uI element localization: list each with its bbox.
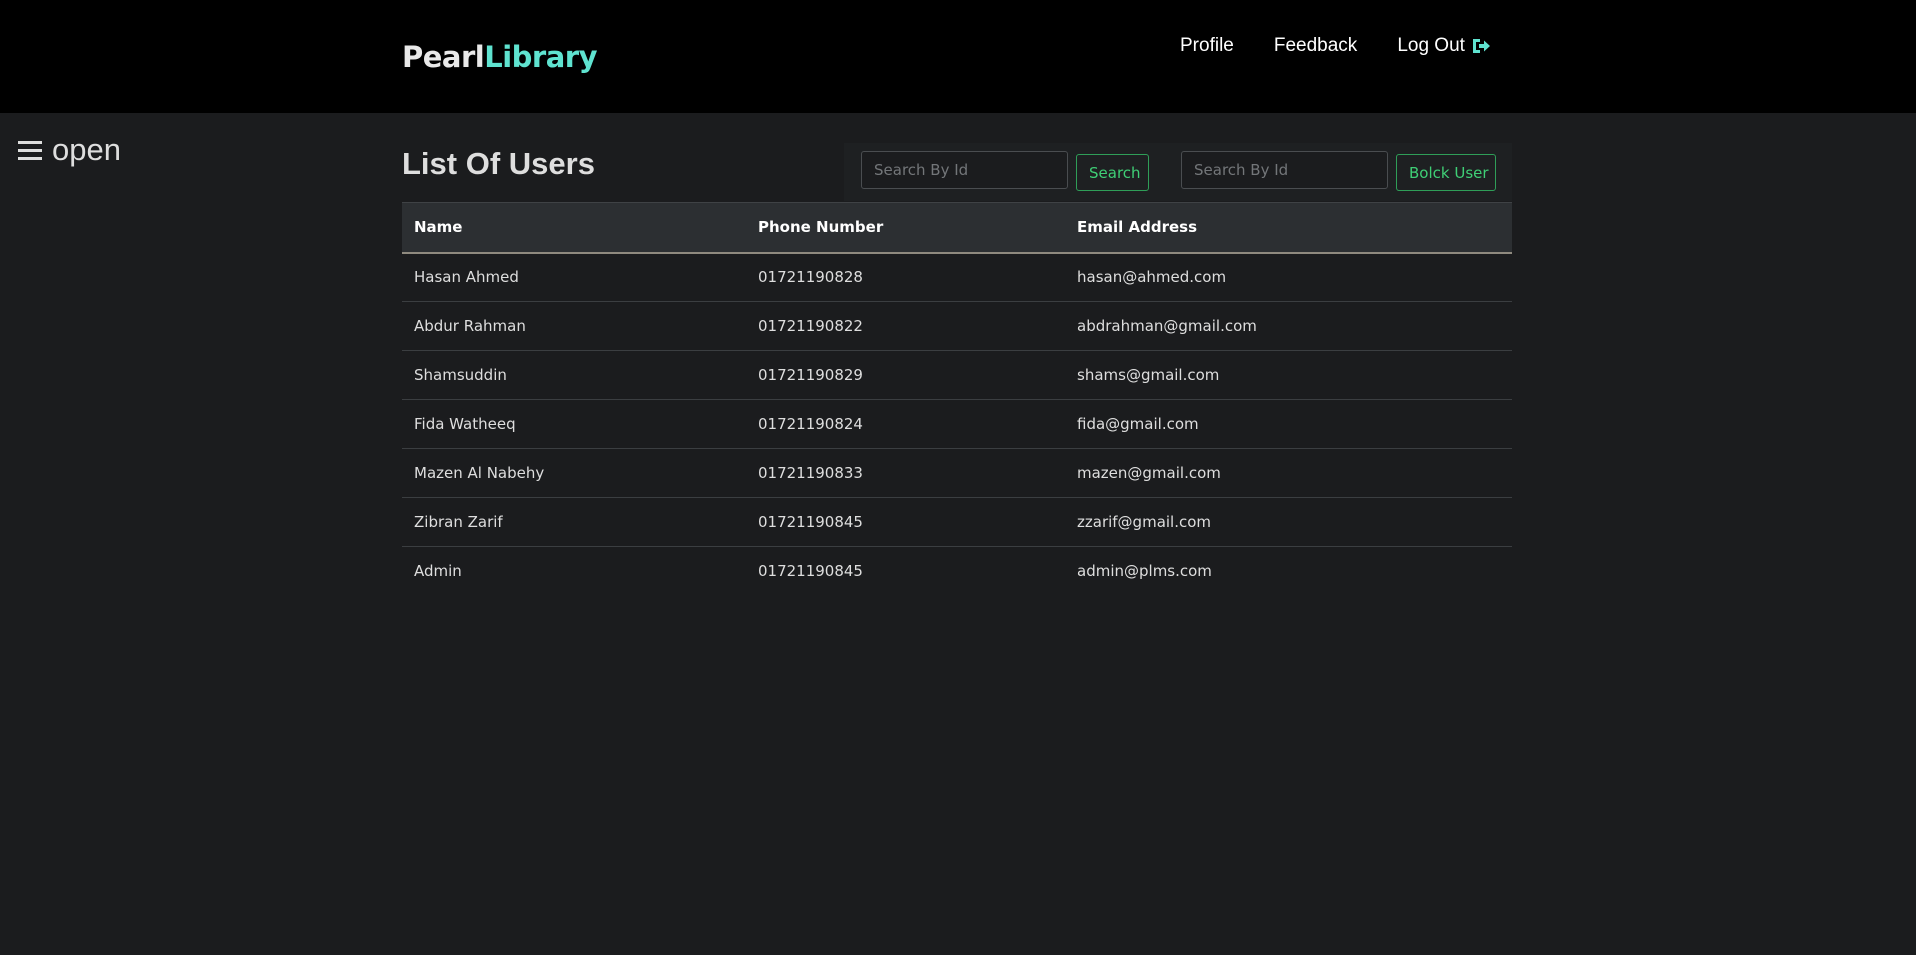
cell-name: Fida Watheeq (414, 415, 516, 433)
sidebar-open-toggle[interactable]: open (18, 132, 121, 168)
cell-name: Zibran Zarif (414, 513, 503, 531)
top-navbar: PearlLibrary Profile Feedback Log Out (0, 0, 1916, 113)
cell-name: Abdur Rahman (414, 317, 526, 335)
search-panel: Search Bolck User (844, 143, 1512, 201)
users-table-container: Name Phone Number Email Address Hasan Ah… (402, 202, 1512, 596)
cell-email: mazen@gmail.com (1077, 464, 1221, 482)
cell-name: Hasan Ahmed (414, 268, 519, 287)
nav-profile-link[interactable]: Profile (1180, 35, 1234, 57)
cell-email: abdrahman@gmail.com (1077, 317, 1257, 335)
table-row: Fida Watheeq 01721190824 fida@gmail.com (402, 400, 1512, 449)
cell-email: admin@plms.com (1077, 562, 1212, 581)
table-row: Admin 01721190845 admin@plms.com (402, 547, 1512, 596)
table-header-row: Name Phone Number Email Address (402, 202, 1512, 253)
cell-phone: 01721190824 (758, 415, 863, 433)
table-header: Name Phone Number Email Address (402, 202, 1512, 253)
table-row: Shamsuddin 01721190829 shams@gmail.com (402, 351, 1512, 400)
cell-phone: 01721190829 (758, 366, 863, 384)
header-email-address: Email Address (1077, 218, 1198, 237)
block-user-id-input[interactable] (1181, 151, 1388, 189)
nav-logout-link[interactable]: Log Out (1397, 35, 1491, 57)
cell-email: shams@gmail.com (1077, 366, 1220, 384)
cell-email: hasan@ahmed.com (1077, 268, 1227, 287)
search-by-id-input[interactable] (861, 151, 1068, 189)
hamburger-icon (18, 136, 42, 165)
users-table: Name Phone Number Email Address Hasan Ah… (402, 202, 1512, 596)
page-title: List Of Users (402, 146, 595, 181)
search-button[interactable]: Search (1076, 154, 1149, 191)
table-row: Hasan Ahmed 01721190828 hasan@ahmed.com (402, 253, 1512, 302)
cell-email: zzarif@gmail.com (1077, 513, 1212, 531)
cell-phone: 01721190828 (758, 268, 863, 287)
header-name: Name (414, 218, 463, 237)
table-row: Mazen Al Nabehy 01721190833 mazen@gmail.… (402, 449, 1512, 498)
sign-out-icon (1472, 39, 1490, 53)
cell-phone: 01721190845 (758, 513, 863, 531)
cell-email: fida@gmail.com (1077, 415, 1199, 433)
cell-phone: 01721190845 (758, 562, 863, 581)
nav-links: Profile Feedback Log Out (1180, 34, 1491, 58)
cell-name: Admin (414, 562, 462, 581)
logout-label: Log Out (1397, 35, 1465, 56)
brand-name-pearl: Pearl (402, 40, 485, 74)
cell-phone: 01721190822 (758, 317, 863, 335)
block-user-button[interactable]: Bolck User (1396, 154, 1496, 191)
table-body: Hasan Ahmed 01721190828 hasan@ahmed.com … (402, 253, 1512, 596)
nav-feedback-link[interactable]: Feedback (1274, 35, 1357, 57)
cell-name: Mazen Al Nabehy (414, 464, 545, 482)
brand-name-library: Library (484, 40, 597, 74)
sidebar-toggle-label: open (52, 132, 121, 167)
cell-name: Shamsuddin (414, 366, 507, 384)
brand-logo[interactable]: PearlLibrary (402, 38, 597, 76)
cell-phone: 01721190833 (758, 464, 863, 482)
table-row: Abdur Rahman 01721190822 abdrahman@gmail… (402, 302, 1512, 351)
table-row: Zibran Zarif 01721190845 zzarif@gmail.co… (402, 498, 1512, 547)
header-phone-number: Phone Number (758, 218, 884, 237)
